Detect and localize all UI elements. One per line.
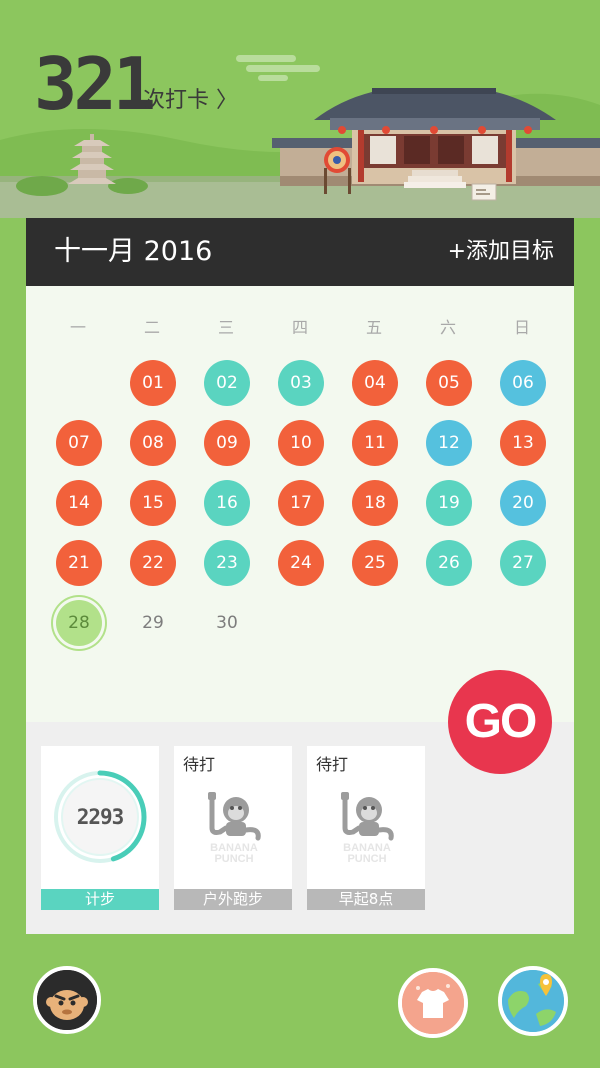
calendar-day[interactable]: 19 — [426, 480, 472, 526]
goal-status: 待打 — [316, 755, 349, 774]
banana-punch-logo-icon: BANANA PUNCH — [208, 792, 261, 864]
calendar-day[interactable]: 24 — [278, 540, 324, 586]
calendar-day[interactable]: 16 — [204, 480, 250, 526]
calendar-day[interactable]: 30 — [204, 600, 250, 646]
calendar-day[interactable]: 17 — [278, 480, 324, 526]
calendar-day[interactable]: 27 — [500, 540, 546, 586]
calendar-day[interactable]: 13 — [500, 420, 546, 466]
calendar-day[interactable]: 26 — [426, 540, 472, 586]
calendar-day[interactable]: 05 — [426, 360, 472, 406]
goal-label: 计步 — [41, 889, 159, 910]
calendar-day[interactable]: 14 — [56, 480, 102, 526]
calendar-day[interactable]: 22 — [130, 540, 176, 586]
calendar-day[interactable]: 23 — [204, 540, 250, 586]
banana-punch-logo-icon: BANANA PUNCH — [341, 792, 394, 864]
calendar-day[interactable]: 11 — [352, 420, 398, 466]
goal-tile-early-rise[interactable]: 待打 BANANA PUNCH 早起8点 — [307, 746, 425, 910]
calendar-day[interactable]: 29 — [130, 600, 176, 646]
calendar-day[interactable]: 04 — [352, 360, 398, 406]
checkin-count: 321 — [34, 42, 156, 126]
svg-text:PUNCH: PUNCH — [347, 853, 386, 864]
calendar-day[interactable]: 15 — [130, 480, 176, 526]
monkey-avatar-icon — [37, 970, 97, 1030]
calendar-day[interactable]: 06 — [500, 360, 546, 406]
calendar-days: 01 02 03 04 05 06 07 08 09 10 11 12 13 14 15 16 17 18 19 20… — [26, 218, 574, 718]
svg-text:PUNCH: PUNCH — [214, 853, 253, 864]
goal-label: 户外跑步 — [174, 889, 292, 910]
calendar-day[interactable]: 08 — [130, 420, 176, 466]
calendar-day[interactable]: 09 — [204, 420, 250, 466]
calendar-day[interactable]: 18 — [352, 480, 398, 526]
calendar-day[interactable]: 25 — [352, 540, 398, 586]
calendar-day[interactable]: 20 — [500, 480, 546, 526]
goal-label: 早起8点 — [307, 889, 425, 910]
map-button[interactable] — [498, 966, 568, 1036]
calendar-day[interactable]: 02 — [204, 360, 250, 406]
checkin-history-link[interactable]: 次打卡 〉 — [143, 86, 238, 116]
goal-tile-steps[interactable]: 2293 计步 — [41, 746, 159, 910]
shop-button[interactable] — [398, 968, 468, 1038]
calendar-day[interactable]: 10 — [278, 420, 324, 466]
calendar-day[interactable]: 12 — [426, 420, 472, 466]
goal-status: 待打 — [183, 755, 216, 774]
profile-avatar-button[interactable] — [33, 966, 101, 1034]
calendar-day[interactable]: 03 — [278, 360, 324, 406]
tshirt-icon — [402, 972, 464, 1034]
calendar-day[interactable]: 21 — [56, 540, 102, 586]
go-button[interactable]: GO — [448, 670, 552, 774]
calendar-day-today[interactable]: 28 — [56, 600, 102, 646]
calendar-day[interactable]: 07 — [56, 420, 102, 466]
step-count: 2293 — [76, 805, 125, 829]
globe-location-icon — [502, 970, 564, 1032]
calendar-day[interactable]: 01 — [130, 360, 176, 406]
header-scene: 321 次打卡 〉 — [0, 0, 600, 218]
goal-tile-running[interactable]: 待打 BANANA PUNCH 户外跑步 — [174, 746, 292, 910]
